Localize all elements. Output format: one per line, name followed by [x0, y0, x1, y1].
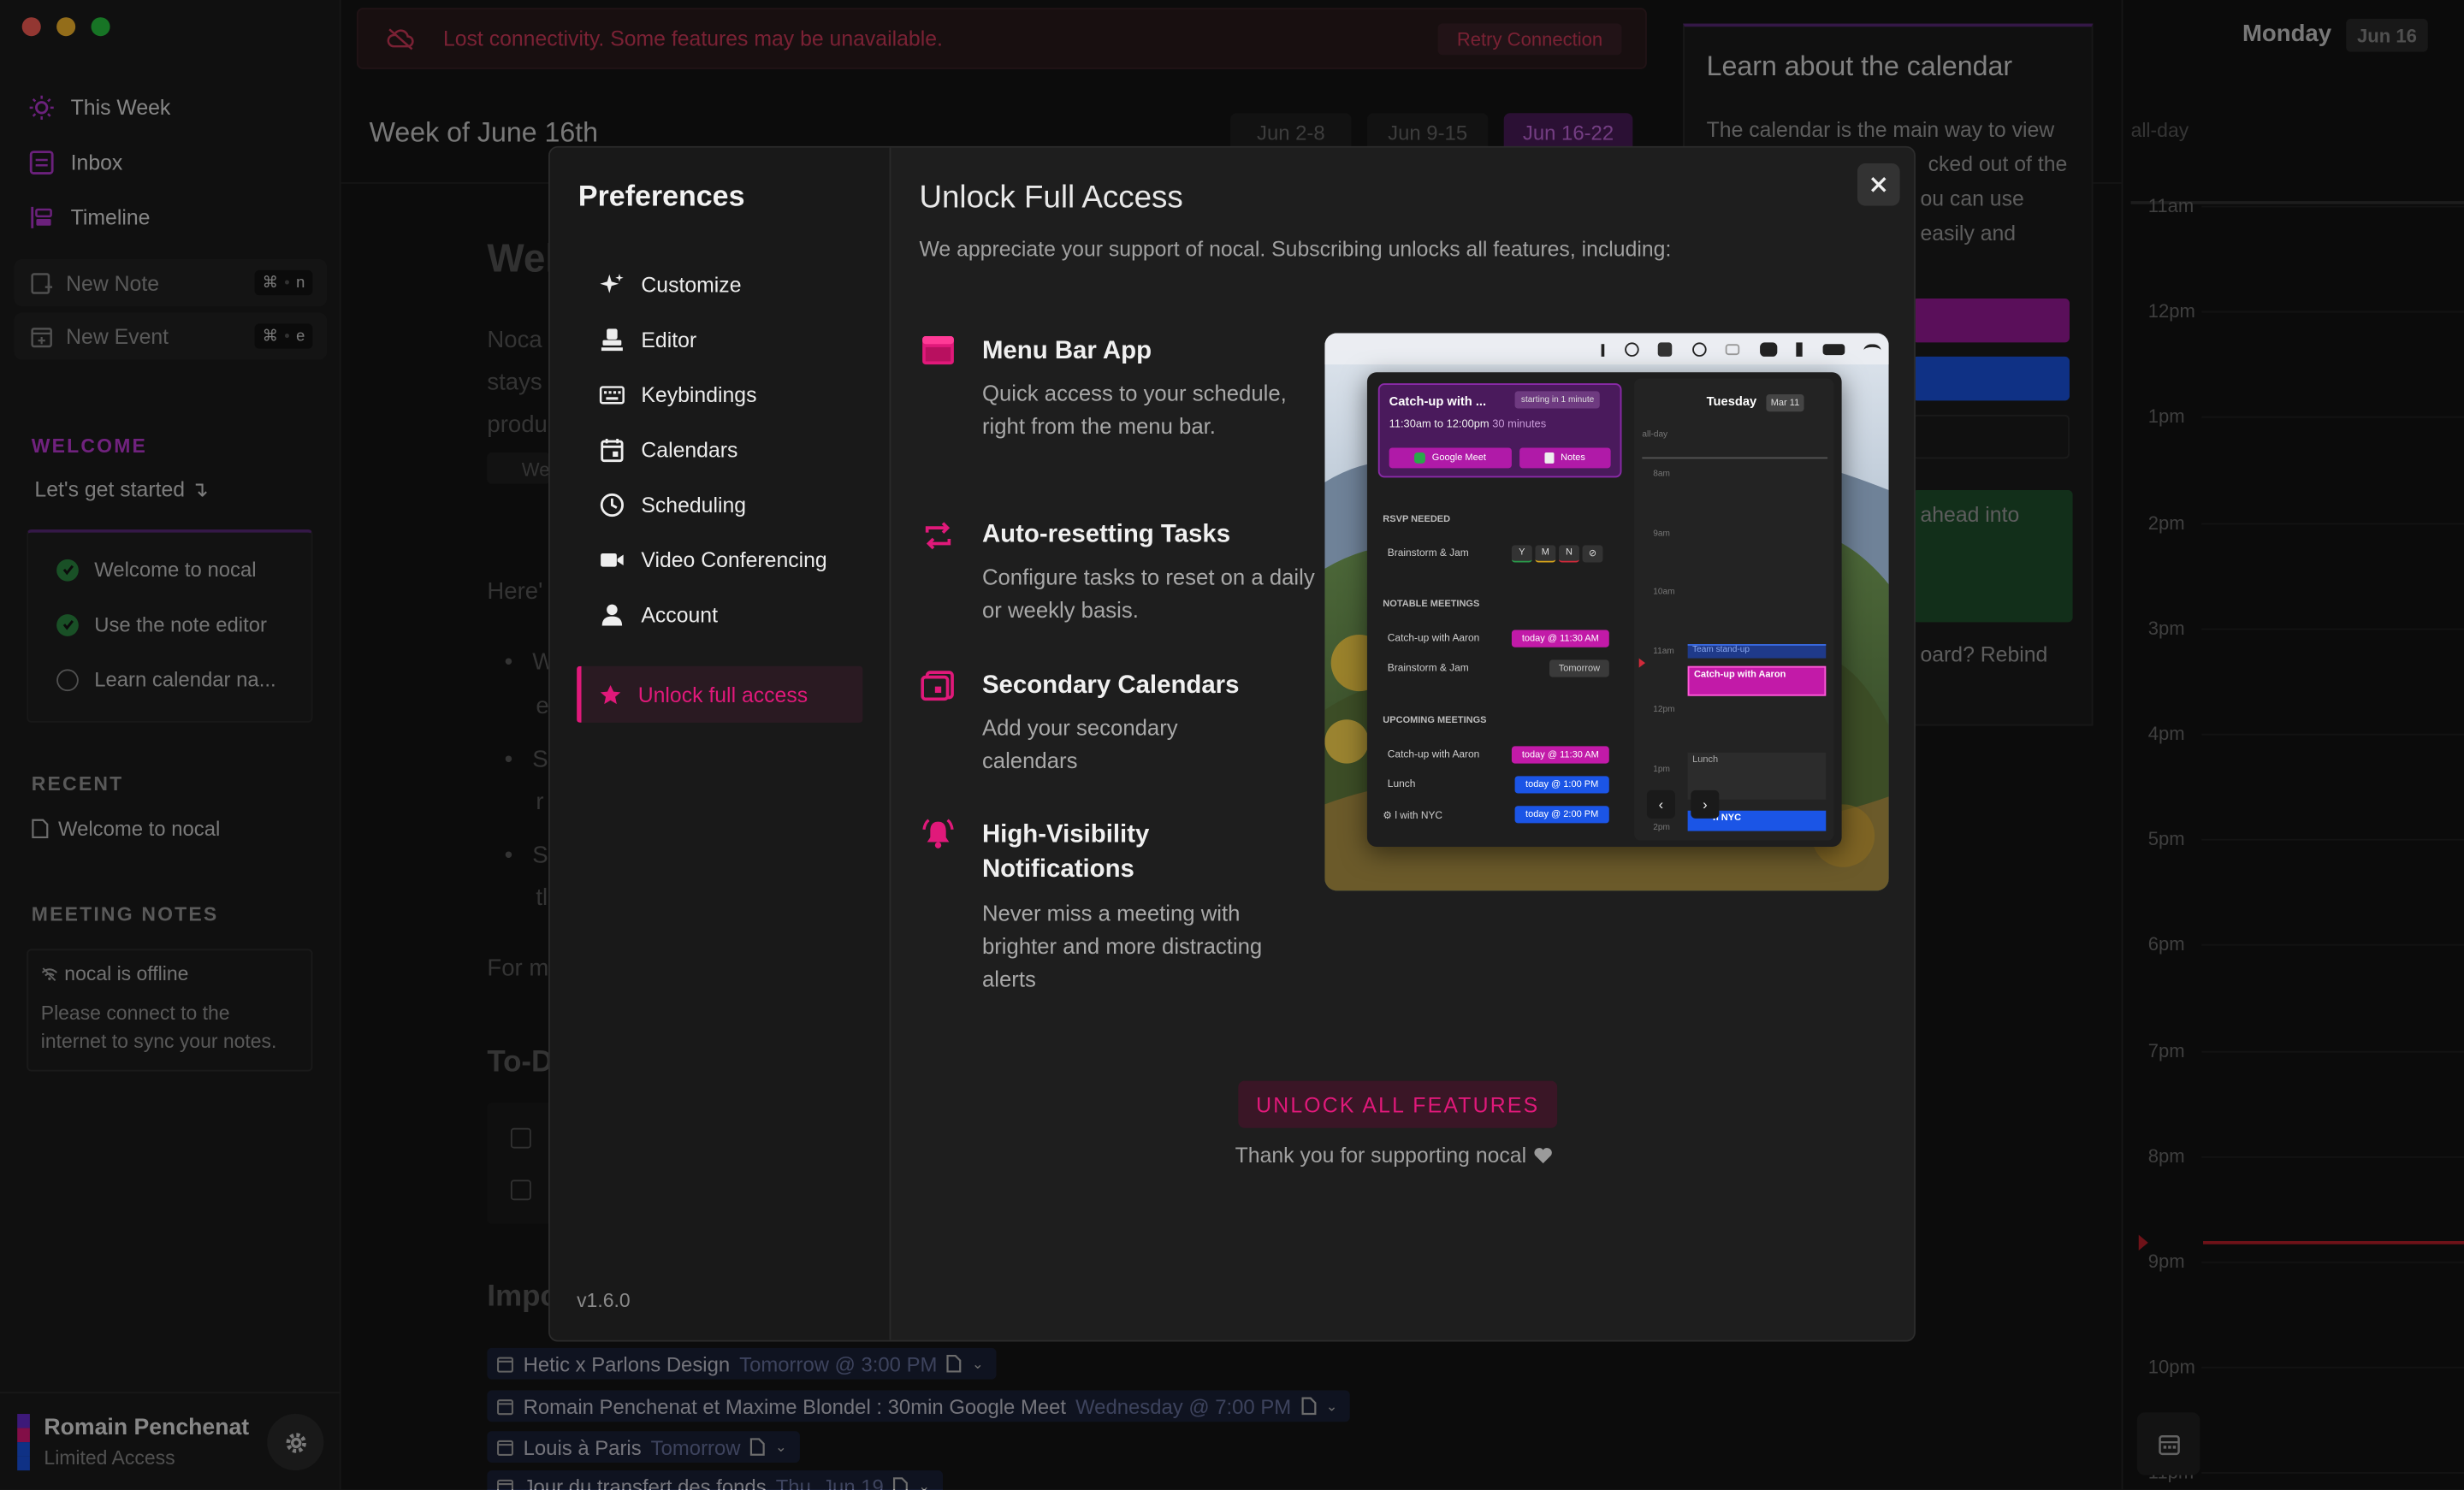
preview-hour-label: 8am: [1653, 470, 1670, 480]
preview-rsvp-yes: Y: [1511, 545, 1532, 563]
feature-title: High-Visibility Notifications: [981, 821, 1150, 884]
close-icon: [1871, 177, 1886, 192]
preview-card-title: Catch-up with ...: [1389, 394, 1487, 409]
preview-divider: [1642, 457, 1828, 459]
preview-hour-label: 12pm: [1653, 705, 1675, 715]
thanks-text: Thank you for supporting nocal: [1235, 1144, 1527, 1168]
app-window: This Week Inbox Timeline New Note ⌘ • n Ne…: [0, 0, 2464, 1490]
preview-rsvp-maybe: M: [1535, 545, 1556, 563]
preview-notable-badge: Tomorrow: [1549, 659, 1609, 677]
preview-notable-item: Catch-up with Aaron: [1387, 633, 1480, 645]
preview-rsvp-no: N: [1559, 545, 1579, 563]
feature-title: Secondary Calendars: [981, 672, 1240, 700]
close-button[interactable]: [1857, 163, 1900, 206]
heart-icon: [1535, 1148, 1553, 1164]
keyboard-icon: [599, 385, 625, 404]
preview-notes-button: Notes: [1519, 447, 1611, 469]
preview-card-time-text: 11:30am to 12:00pm: [1389, 419, 1490, 431]
preview-next-day-button: ›: [1691, 789, 1720, 819]
bell-ringing-icon: [922, 819, 954, 848]
pref-item-keybindings[interactable]: Keybindings: [599, 377, 757, 411]
pref-item-label: Video Conferencing: [641, 547, 827, 571]
feature-title: Auto-resetting Tasks: [981, 521, 1231, 549]
pref-item-label: Scheduling: [641, 492, 747, 517]
unlock-all-features-button[interactable]: UNLOCK ALL FEATURES: [1238, 1080, 1558, 1128]
repeat-icon: [925, 522, 951, 550]
preview-notable-item: Brainstorm & Jam: [1387, 663, 1469, 674]
preview-upcoming-badge: today @ 2:00 PM: [1514, 806, 1609, 824]
preview-day-date: Mar 11: [1766, 394, 1804, 412]
pref-item-editor[interactable]: Editor: [599, 322, 696, 357]
preview-notable-badge: today @ 11:30 AM: [1511, 630, 1609, 647]
preview-popup: Catch-up with ... starting in 1 minute 1…: [1366, 372, 1842, 847]
preview-day-title: Tuesday: [1706, 394, 1757, 409]
unlock-heading: Unlock Full Access: [919, 180, 1183, 216]
feature-description: Never miss a meeting with brighter and m…: [981, 900, 1263, 991]
preview-notes-label: Notes: [1561, 452, 1585, 463]
preview-all-day: all-day: [1642, 430, 1668, 440]
preview-event-catchup: Catch-up with Aaron: [1687, 665, 1827, 696]
preview-prev-day-button: ‹: [1646, 789, 1675, 819]
preview-rsvp-title: RSVP NEEDED: [1383, 515, 1451, 525]
menu-bar-app-icon: [922, 336, 954, 365]
preview-hour-label: 1pm: [1653, 764, 1670, 774]
pref-item-label: Customize: [641, 272, 742, 297]
sparkle-icon: [600, 273, 624, 293]
preview-event-card: Catch-up with ... starting in 1 minute 1…: [1377, 383, 1622, 478]
preview-upcoming-item: Catch-up with Aaron: [1387, 749, 1480, 760]
preview-upcoming-badge: today @ 1:00 PM: [1514, 776, 1609, 794]
stamp-icon: [601, 328, 623, 351]
preview-card-duration: 30 minutes: [1492, 419, 1547, 431]
pref-item-scheduling[interactable]: Scheduling: [599, 487, 746, 521]
pref-item-label: Calendars: [641, 437, 738, 462]
unlock-subheading: We appreciate your support of nocal. Sub…: [919, 237, 1672, 261]
pref-item-label: Editor: [641, 327, 697, 352]
feature-description: Configure tasks to reset on a daily or w…: [981, 564, 1315, 623]
preview-card-time: 11:30am to 12:00pm 30 minutes: [1389, 419, 1546, 430]
preview-upcoming-item-title: l with NYC: [1395, 810, 1443, 822]
pref-item-calendars[interactable]: Calendars: [599, 432, 738, 466]
feature-description: Add your secondary calendars: [981, 714, 1178, 773]
pref-item-label: Keybindings: [641, 382, 757, 406]
menu-bar-preview-image: Catch-up with ... starting in 1 minute 1…: [1324, 333, 1889, 891]
preview-card-badge: starting in 1 minute: [1514, 391, 1601, 409]
star-icon: [600, 684, 621, 704]
preview-hour-label: 2pm: [1653, 823, 1670, 833]
thanks-note: Thank you for supporting nocal: [1235, 1144, 1554, 1168]
preview-hour-label: 11am: [1653, 646, 1674, 656]
secondary-calendar-icon: [921, 671, 954, 701]
feature-description: Quick access to your schedule, right fro…: [981, 380, 1287, 439]
clock-icon: [600, 492, 624, 517]
video-icon: [601, 553, 624, 566]
feature-title: Menu Bar App: [981, 337, 1152, 365]
preview-upcoming-item: ⚙ l with NYC: [1383, 810, 1443, 822]
pref-item-label: Unlock full access: [637, 683, 808, 707]
pref-item-account[interactable]: Account: [599, 597, 718, 631]
preview-rsvp-hide: ⊘: [1582, 545, 1603, 563]
pref-item-video-conferencing[interactable]: Video Conferencing: [599, 542, 827, 576]
calendar-icon: [601, 438, 624, 462]
preview-hour-label: 9am: [1653, 529, 1670, 539]
pref-item-label: Account: [641, 602, 718, 626]
preview-day-column: Tuesday Mar 11 all-day 8am 9am 10am 11am 12p…: [1634, 378, 1834, 841]
preview-event-standup: Team stand-up: [1687, 644, 1827, 659]
pref-item-customize[interactable]: Customize: [599, 267, 742, 301]
preview-upcoming-title: UPCOMING MEETINGS: [1383, 716, 1487, 726]
pref-item-unlock-full-access[interactable]: Unlock full access: [577, 665, 863, 723]
preview-google-meet-button: Google Meet: [1389, 447, 1512, 469]
preferences-title: Preferences: [578, 179, 745, 212]
preview-meet-label: Google Meet: [1431, 452, 1486, 463]
preview-upcoming-item: Lunch: [1387, 779, 1416, 790]
preview-notable-title: NOTABLE MEETINGS: [1383, 600, 1480, 610]
preview-time-marker: [1638, 658, 1646, 668]
preview-hour-label: 10am: [1653, 587, 1675, 597]
preview-upcoming-badge: today @ 11:30 AM: [1511, 746, 1609, 764]
preview-rsvp-item: Brainstorm & Jam: [1387, 548, 1469, 559]
preferences-sidebar: Preferences Customize Editor Keybindings…: [549, 147, 891, 1340]
preview-status-icons: [1601, 341, 1881, 358]
person-icon: [601, 603, 623, 625]
preferences-modal: Preferences Customize Editor Keybindings…: [548, 145, 1916, 1342]
version-label: v1.6.0: [577, 1289, 631, 1312]
